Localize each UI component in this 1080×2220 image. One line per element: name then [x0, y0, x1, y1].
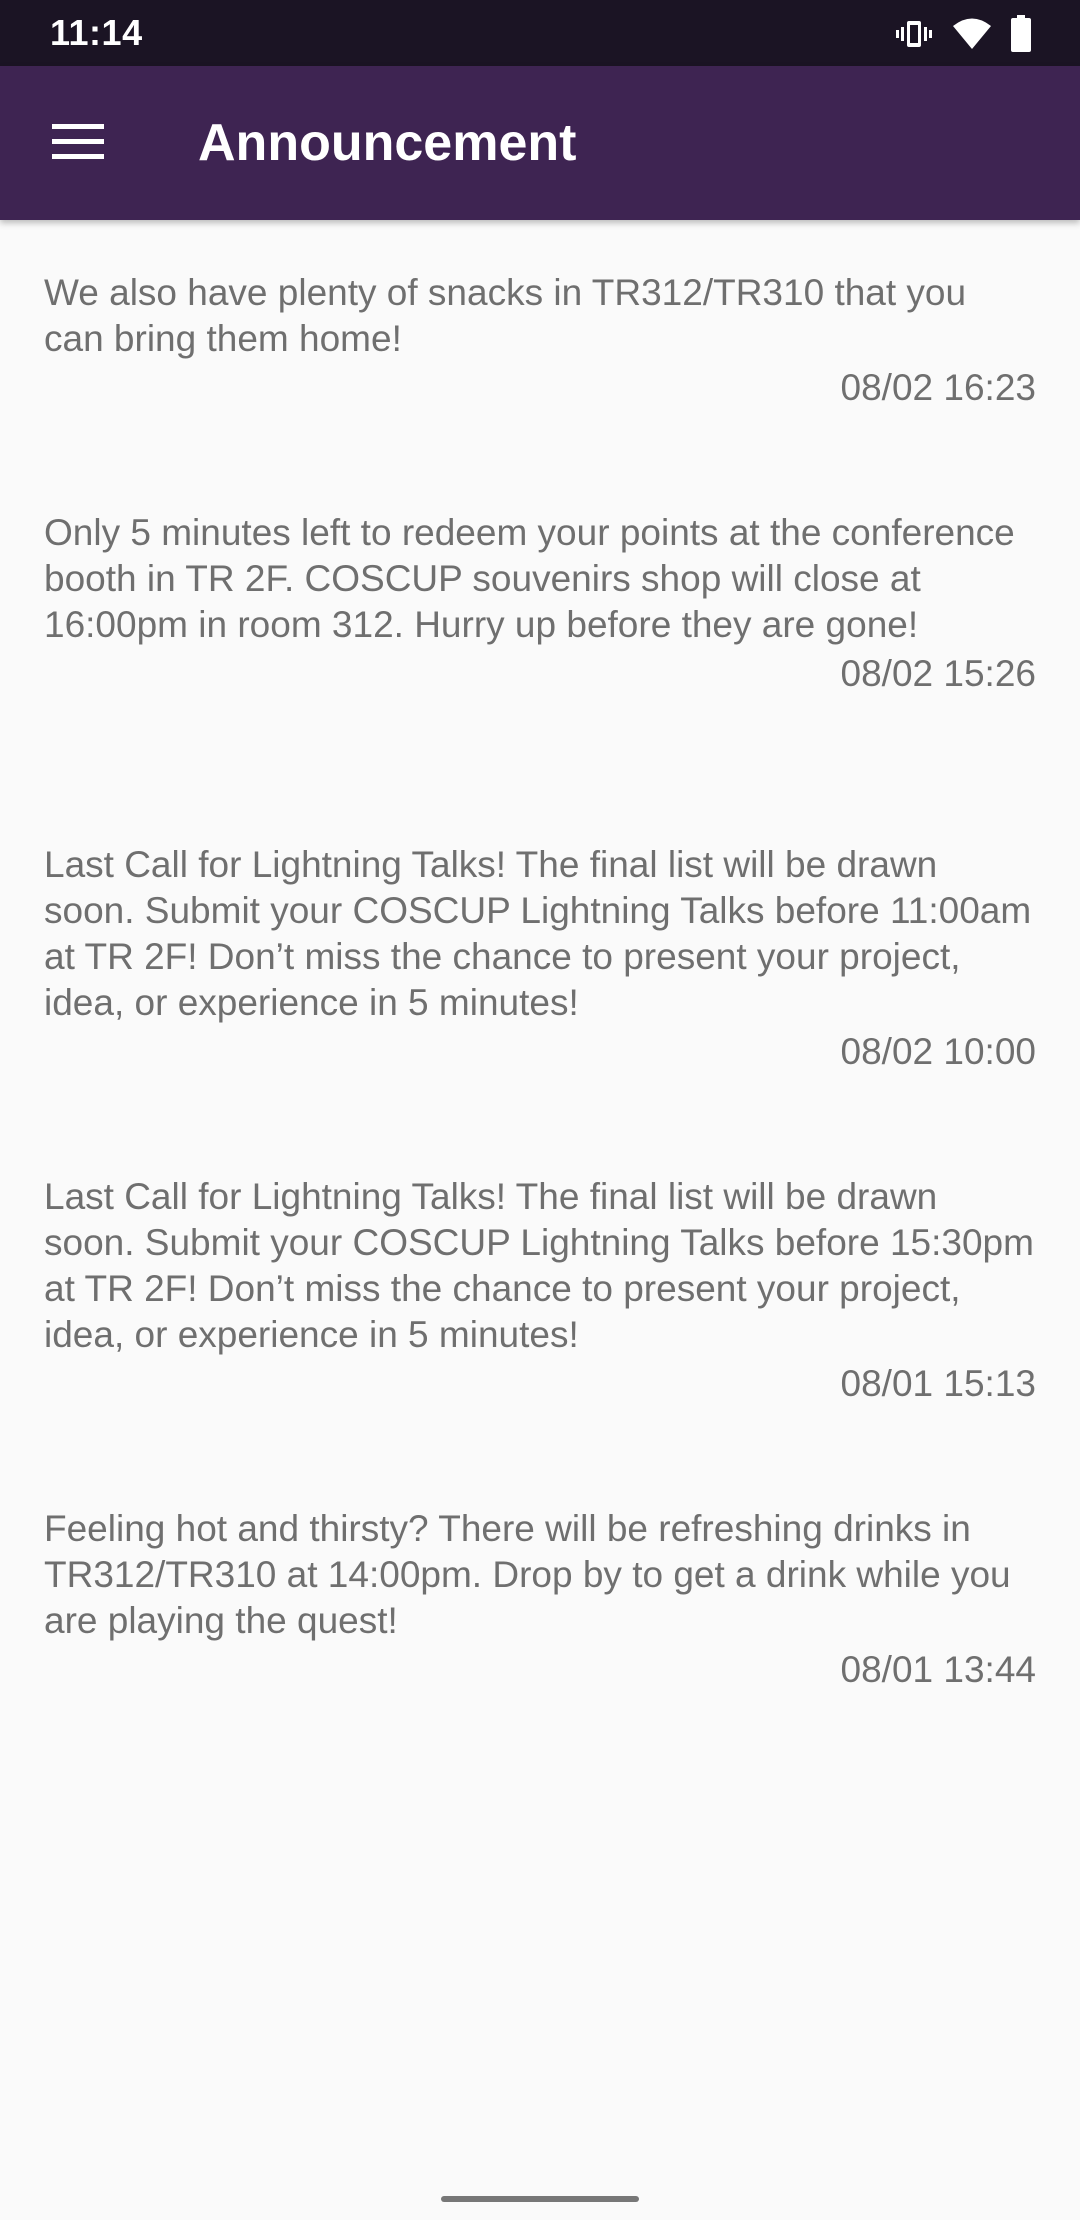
announcement-text: Feeling hot and thirsty? There will be r…	[44, 1508, 1011, 1641]
announcement-item[interactable]: Feeling hot and thirsty? There will be r…	[0, 1456, 1080, 1746]
announcement-item[interactable]: We also have plenty of snacks in TR312/T…	[0, 220, 1080, 460]
announcement-list[interactable]: We also have plenty of snacks in TR312/T…	[0, 220, 1080, 1746]
status-bar: 11:14	[0, 0, 1080, 66]
vibrate-icon	[894, 17, 934, 51]
status-time: 11:14	[50, 12, 143, 53]
announcement-time: 08/01 15:13	[840, 1363, 1036, 1404]
page-title: Announcement	[198, 114, 577, 172]
announcement-item[interactable]: Only 5 minutes left to redeem your point…	[0, 460, 1080, 792]
status-icons	[894, 14, 1032, 54]
announcement-text: Last Call for Lightning Talks! The final…	[44, 844, 1032, 1023]
gesture-nav-handle[interactable]	[441, 2196, 639, 2202]
battery-icon	[1010, 15, 1032, 53]
announcement-item[interactable]: Last Call for Lightning Talks! The final…	[0, 1124, 1080, 1456]
announcement-time: 08/01 13:44	[840, 1649, 1036, 1690]
announcement-text: Last Call for Lightning Talks! The final…	[44, 1176, 1034, 1355]
app-bar: Announcement	[0, 66, 1080, 220]
wifi-icon	[952, 17, 992, 51]
announcement-text: Only 5 minutes left to redeem your point…	[44, 512, 1015, 645]
announcement-item[interactable]: Last Call for Lightning Talks! The final…	[0, 792, 1080, 1124]
menu-button[interactable]	[30, 101, 126, 185]
announcement-time: 08/02 16:23	[840, 367, 1036, 408]
announcement-time: 08/02 10:00	[840, 1031, 1036, 1072]
announcement-time: 08/02 15:26	[840, 653, 1036, 694]
hamburger-menu-icon	[52, 123, 104, 164]
announcement-text: We also have plenty of snacks in TR312/T…	[44, 272, 967, 359]
